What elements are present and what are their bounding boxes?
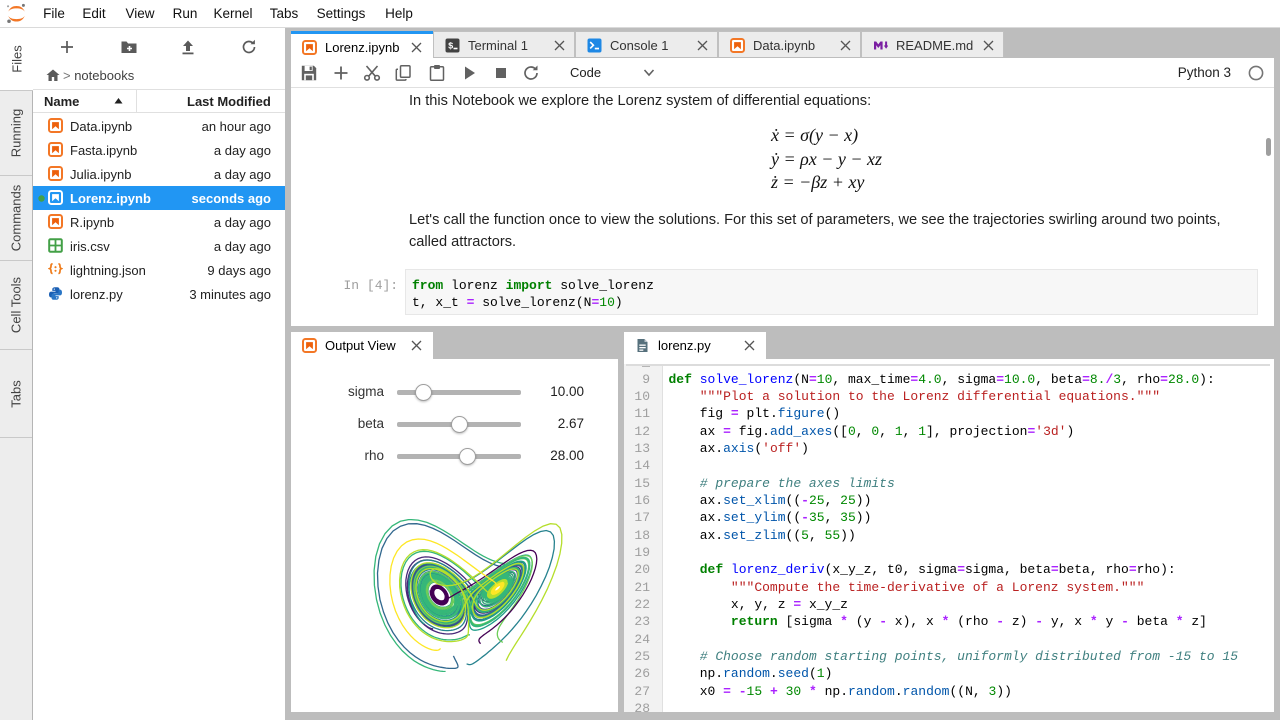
svg-text:$: $ bbox=[448, 42, 454, 52]
